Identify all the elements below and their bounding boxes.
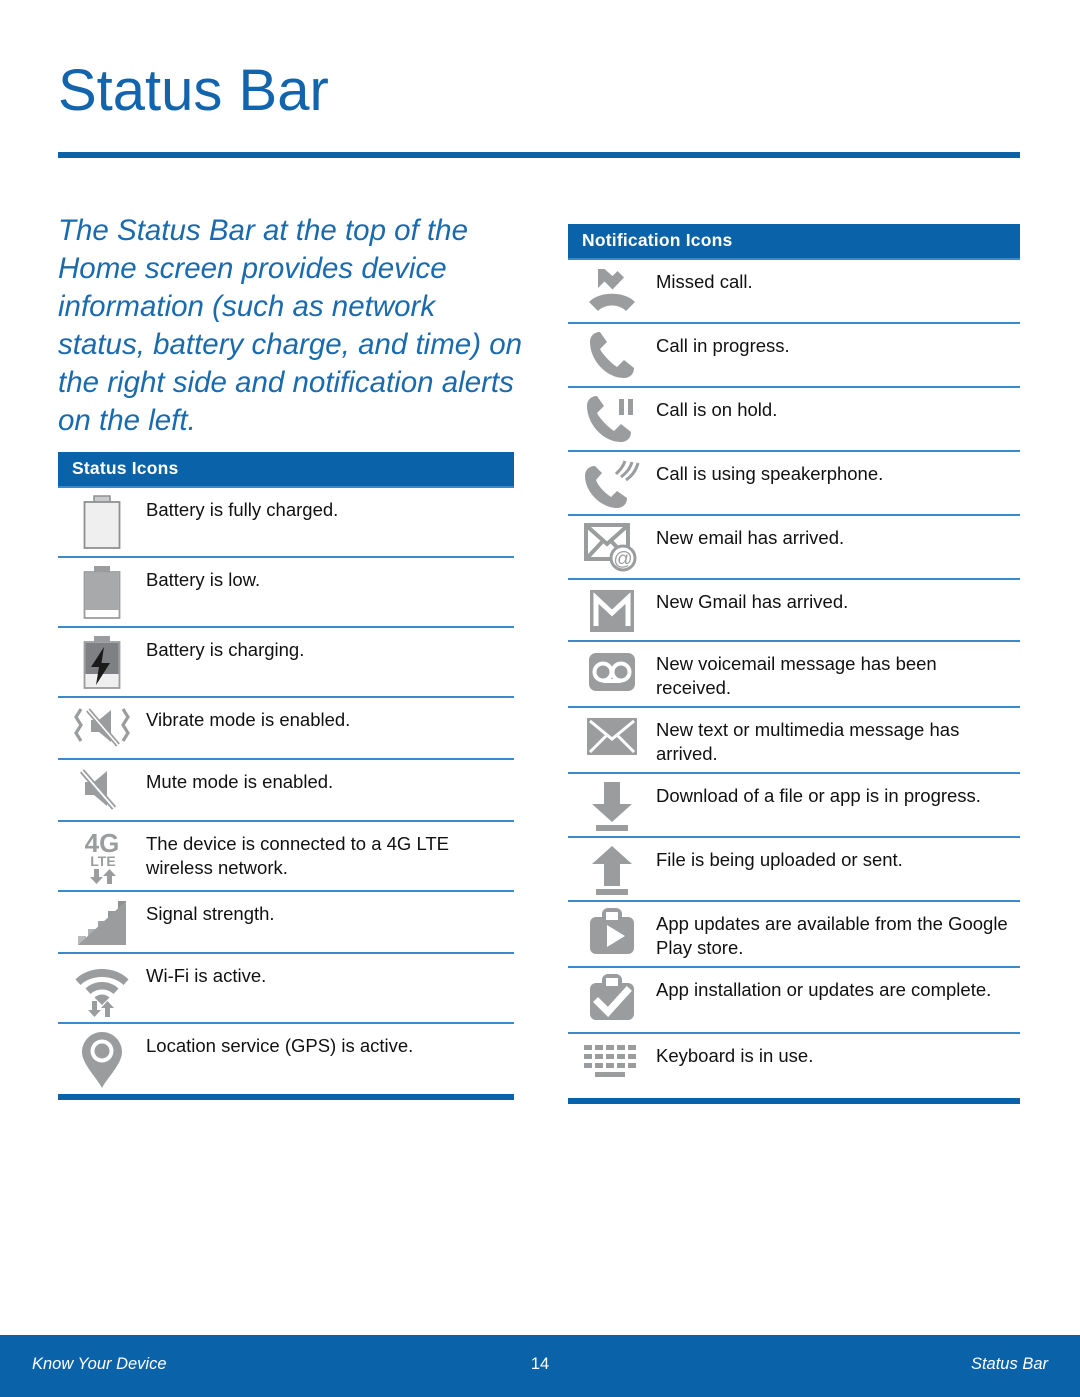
speakerphone-icon: [568, 452, 656, 514]
row-text: New voicemail message has been received.: [656, 653, 937, 698]
row-text: Missed call.: [656, 271, 753, 292]
upload-icon: [568, 838, 656, 900]
table-row: Call in progress.: [568, 322, 1020, 386]
page-title: Status Bar: [58, 58, 329, 123]
mute-icon: [58, 760, 146, 820]
row-text: File is being uploaded or sent.: [656, 849, 903, 870]
table-row: Download of a file or app is in progress…: [568, 772, 1020, 836]
notification-table-bottom-divider: [568, 1098, 1020, 1104]
sms-mms-icon: [568, 708, 656, 764]
battery-charging-icon: [58, 628, 146, 696]
row-text: The device is connected to a 4G LTE wire…: [146, 833, 450, 878]
call-in-progress-icon: [568, 324, 656, 386]
row-text: App installation or updates are complete…: [656, 979, 992, 1000]
intro-paragraph: The Status Bar at the top of the Home sc…: [58, 214, 523, 437]
row-text: Call is on hold.: [656, 399, 778, 420]
4g-lte-icon: 4G LTE: [58, 822, 146, 890]
table-row: Battery is fully charged.: [58, 486, 514, 556]
table-row: 4G LTE The device is connected to a 4G L…: [58, 820, 514, 890]
row-text: Location service (GPS) is active.: [146, 1035, 414, 1056]
signal-strength-icon: [58, 892, 146, 952]
row-text: Wi-Fi is active.: [146, 965, 267, 986]
lte-secondary-label: LTE: [90, 853, 115, 869]
table-row: Wi-Fi is active.: [58, 952, 514, 1022]
row-text: New email has arrived.: [656, 527, 845, 548]
battery-low-icon: [58, 558, 146, 626]
call-on-hold-icon: [568, 388, 656, 450]
notification-icons-header: Notification Icons: [568, 224, 1020, 258]
table-row: New voicemail message has been received.: [568, 640, 1020, 706]
row-text: Mute mode is enabled.: [146, 771, 334, 792]
svg-text:@: @: [613, 549, 632, 570]
row-text: Battery is low.: [146, 569, 261, 590]
email-icon: @: [568, 516, 656, 578]
row-text: Keyboard is in use.: [656, 1045, 814, 1066]
row-text: Battery is charging.: [146, 639, 305, 660]
battery-full-icon: [58, 488, 146, 556]
table-row: Keyboard is in use.: [568, 1032, 1020, 1098]
footer-topic-label: Status Bar: [970, 1355, 1048, 1373]
row-text: Battery is fully charged.: [146, 499, 339, 520]
download-icon: [568, 774, 656, 836]
table-row: App updates are available from the Googl…: [568, 900, 1020, 966]
title-divider: [58, 152, 1020, 158]
table-row: New Gmail has arrived.: [568, 578, 1020, 640]
row-text: Download of a file or app is in progress…: [656, 785, 981, 806]
footer-page-number: 14: [530, 1355, 550, 1373]
voicemail-icon: [568, 642, 656, 702]
table-row: App installation or updates are complete…: [568, 966, 1020, 1032]
document-page: Status Bar The Status Bar at the top of …: [0, 0, 1080, 1397]
table-row: Location service (GPS) is active.: [58, 1022, 514, 1094]
table-row: Vibrate mode is enabled.: [58, 696, 514, 758]
table-row: File is being uploaded or sent.: [568, 836, 1020, 900]
row-text: Call is using speakerphone.: [656, 463, 884, 484]
status-table-bottom-divider: [58, 1094, 514, 1100]
row-text: Call in progress.: [656, 335, 790, 356]
play-store-update-icon: [568, 902, 656, 962]
status-icons-header: Status Icons: [58, 452, 514, 486]
table-row: Battery is low.: [58, 556, 514, 626]
row-text: App updates are available from the Googl…: [656, 913, 1008, 958]
status-icons-table: Status Icons Battery is fully charged. B…: [58, 452, 514, 1100]
page-footer: Know Your Device 14 Status Bar: [0, 1335, 1080, 1397]
row-text: Signal strength.: [146, 903, 275, 924]
notification-icons-table: Notification Icons Missed call. Call in …: [568, 224, 1020, 1104]
table-row: Mute mode is enabled.: [58, 758, 514, 820]
install-complete-icon: [568, 968, 656, 1028]
wifi-icon: [58, 954, 146, 1022]
table-row: Battery is charging.: [58, 626, 514, 696]
vibrate-icon: [58, 698, 146, 758]
table-row: Signal strength.: [58, 890, 514, 952]
table-row: New text or multimedia message has arriv…: [568, 706, 1020, 772]
table-row: Call is on hold.: [568, 386, 1020, 450]
location-pin-icon: [58, 1024, 146, 1094]
table-row: @ New email has arrived.: [568, 514, 1020, 578]
keyboard-icon: [568, 1034, 656, 1084]
row-text: New Gmail has arrived.: [656, 591, 849, 612]
row-text: New text or multimedia message has arriv…: [656, 719, 960, 764]
row-text: Vibrate mode is enabled.: [146, 709, 351, 730]
table-row: Missed call.: [568, 258, 1020, 322]
missed-call-icon: [568, 260, 656, 322]
table-row: Call is using speakerphone.: [568, 450, 1020, 514]
gmail-icon: [568, 580, 656, 640]
